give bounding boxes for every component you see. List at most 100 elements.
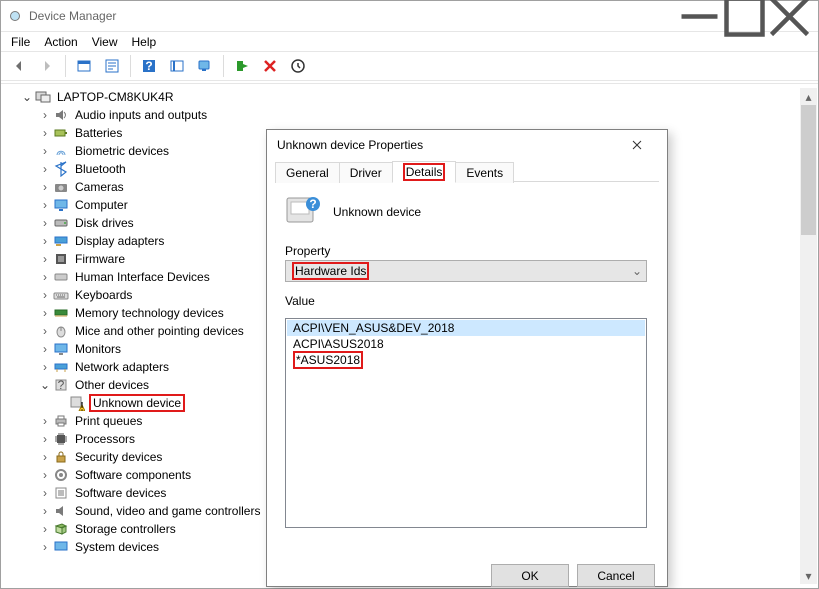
- chevron-right-icon[interactable]: ›: [39, 216, 51, 230]
- tree-item-label: Bluetooth: [73, 162, 128, 176]
- tree-item-label: Biometric devices: [73, 144, 171, 158]
- tree-item-label: Batteries: [73, 126, 124, 140]
- computer-icon: [53, 197, 69, 213]
- chevron-right-icon[interactable]: ›: [39, 432, 51, 446]
- svg-text:!: !: [80, 400, 83, 412]
- svg-text:?: ?: [309, 197, 316, 211]
- chevron-right-icon[interactable]: ›: [39, 540, 51, 554]
- keyboard-icon: [53, 287, 69, 303]
- chevron-right-icon[interactable]: ›: [39, 162, 51, 176]
- chevron-right-icon[interactable]: ›: [39, 342, 51, 356]
- update-driver-button[interactable]: [193, 54, 217, 78]
- maximize-button[interactable]: [722, 2, 767, 30]
- tree-item-audio[interactable]: ›Audio inputs and outputs: [5, 106, 795, 124]
- help-button[interactable]: ?: [137, 54, 161, 78]
- chevron-right-icon[interactable]: ›: [39, 486, 51, 500]
- chevron-right-icon[interactable]: ›: [39, 252, 51, 266]
- toolbar-separator: [65, 55, 66, 77]
- scan-hardware-button[interactable]: [165, 54, 189, 78]
- forward-button[interactable]: [35, 54, 59, 78]
- scroll-up-button[interactable]: ▴: [800, 88, 817, 105]
- chevron-right-icon[interactable]: ›: [39, 522, 51, 536]
- tab-events[interactable]: Events: [455, 162, 514, 183]
- chevron-right-icon[interactable]: ›: [39, 180, 51, 194]
- action-events-button[interactable]: [286, 54, 310, 78]
- scroll-thumb[interactable]: [801, 105, 816, 235]
- enable-device-button[interactable]: [230, 54, 254, 78]
- tab-general[interactable]: General: [275, 162, 340, 183]
- minimize-button[interactable]: [677, 2, 722, 30]
- chevron-right-icon[interactable]: ›: [39, 126, 51, 140]
- menu-view[interactable]: View: [92, 35, 118, 49]
- value-item-1[interactable]: ACPI\ASUS2018: [287, 336, 645, 352]
- chevron-right-icon[interactable]: ›: [39, 360, 51, 374]
- firmware-icon: [53, 251, 69, 267]
- value-listbox[interactable]: ACPI\VEN_ASUS&DEV_2018 ACPI\ASUS2018 *AS…: [285, 318, 647, 528]
- battery-icon: [53, 125, 69, 141]
- storage-icon: [53, 521, 69, 537]
- tab-details[interactable]: Details: [392, 161, 457, 183]
- menu-action[interactable]: Action: [44, 35, 77, 49]
- tree-item-label: Software components: [73, 468, 193, 482]
- properties-button[interactable]: [100, 54, 124, 78]
- chevron-right-icon[interactable]: ›: [39, 450, 51, 464]
- hid-icon: [53, 269, 69, 285]
- svg-text:?: ?: [145, 59, 152, 73]
- show-hidden-button[interactable]: [72, 54, 96, 78]
- tree-item-label: Keyboards: [73, 288, 134, 302]
- chevron-right-icon[interactable]: ›: [39, 234, 51, 248]
- scroll-down-button[interactable]: ▾: [800, 567, 817, 584]
- display-adapter-icon: [53, 233, 69, 249]
- chevron-right-icon[interactable]: ›: [39, 270, 51, 284]
- menu-help[interactable]: Help: [132, 35, 157, 49]
- audio-icon: [53, 107, 69, 123]
- bluetooth-icon: [53, 161, 69, 177]
- chevron-right-icon[interactable]: ›: [39, 108, 51, 122]
- dialog-close-button[interactable]: [617, 131, 657, 159]
- back-button[interactable]: [7, 54, 31, 78]
- chevron-down-icon[interactable]: ⌄: [21, 90, 33, 104]
- chevron-right-icon[interactable]: ›: [39, 468, 51, 482]
- chevron-right-icon[interactable]: ›: [39, 504, 51, 518]
- dialog-titlebar[interactable]: Unknown device Properties: [267, 130, 667, 160]
- svg-text:?: ?: [58, 378, 65, 392]
- tree-item-label: Network adapters: [73, 360, 171, 374]
- vertical-scrollbar[interactable]: ▴ ▾: [800, 88, 817, 584]
- unknown-device-big-icon: ?: [285, 194, 321, 230]
- chevron-right-icon[interactable]: ›: [39, 198, 51, 212]
- sound-icon: [53, 503, 69, 519]
- chevron-right-icon[interactable]: ›: [39, 306, 51, 320]
- mouse-icon: [53, 323, 69, 339]
- close-button[interactable]: [767, 2, 812, 30]
- cancel-button[interactable]: Cancel: [577, 564, 655, 587]
- dialog-buttons: OK Cancel: [491, 564, 655, 587]
- value-item-0[interactable]: ACPI\VEN_ASUS&DEV_2018: [287, 320, 645, 336]
- monitor-icon: [53, 341, 69, 357]
- app-icon: [7, 8, 23, 24]
- tree-item-label: Monitors: [73, 342, 123, 356]
- unknown-device-label: Unknown device: [89, 394, 185, 412]
- chevron-right-icon[interactable]: ›: [39, 324, 51, 338]
- dialog-title: Unknown device Properties: [277, 138, 423, 152]
- chevron-down-icon: ⌄: [632, 264, 642, 278]
- tree-root[interactable]: ⌄ LAPTOP-CM8KUK4R: [5, 88, 795, 106]
- tree-item-label: Cameras: [73, 180, 126, 194]
- property-value-highlight: Hardware Ids: [292, 262, 369, 280]
- menu-file[interactable]: File: [11, 35, 30, 49]
- property-dropdown[interactable]: Hardware Ids ⌄: [285, 260, 647, 282]
- uninstall-device-button[interactable]: [258, 54, 282, 78]
- chevron-right-icon[interactable]: ›: [39, 414, 51, 428]
- chevron-right-icon[interactable]: ›: [39, 144, 51, 158]
- cpu-icon: [53, 431, 69, 447]
- chevron-right-icon[interactable]: ›: [39, 288, 51, 302]
- memory-icon: [53, 305, 69, 321]
- tree-item-label: Security devices: [73, 450, 164, 464]
- chevron-down-icon[interactable]: ⌄: [39, 378, 51, 392]
- fingerprint-icon: [53, 143, 69, 159]
- ok-button[interactable]: OK: [491, 564, 569, 587]
- unknown-device-warning-icon: !: [69, 395, 85, 411]
- value-item-2[interactable]: *ASUS2018: [287, 352, 645, 368]
- toolbar-separator: [130, 55, 131, 77]
- tab-driver[interactable]: Driver: [339, 162, 393, 183]
- dialog-device-name: Unknown device: [333, 205, 421, 219]
